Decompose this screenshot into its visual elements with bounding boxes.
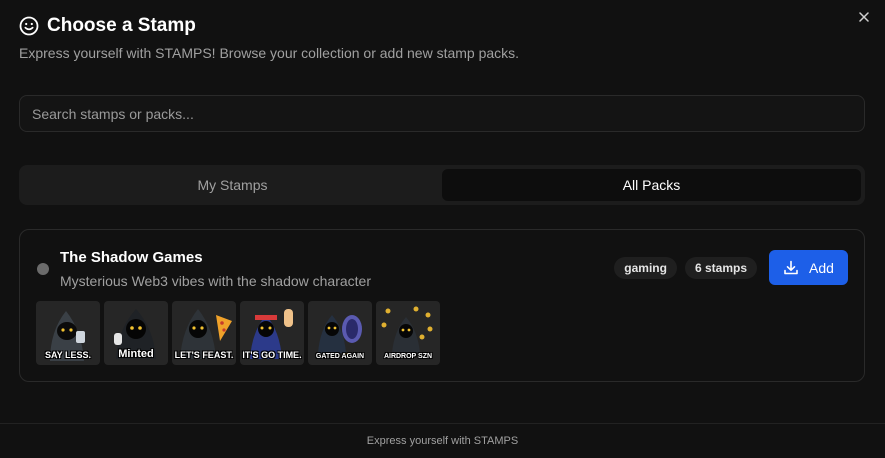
dialog-title: Choose a Stamp [47,15,196,36]
tag-badge: gaming [614,256,677,279]
pack-meta: gaming 6 stamps Add [614,250,848,285]
dialog-subtitle: Express yourself with STAMPS! Browse you… [19,45,520,61]
close-button[interactable] [855,8,873,26]
stamp-label: GATED AGAIN [315,353,365,360]
stamp-lets-feast[interactable]: LET'S FEAST. [172,301,236,365]
pack-description: Mysterious Web3 vibes with the shadow ch… [60,273,371,289]
download-icon [784,260,798,274]
tab-my-stamps[interactable]: My Stamps [23,169,442,201]
pack-name: The Shadow Games [60,249,203,266]
search-input[interactable] [19,95,865,132]
stamp-minted[interactable]: Minted [104,301,168,365]
smile-icon [19,16,39,36]
status-dot [37,263,49,275]
stamp-label: Minted [118,348,154,360]
add-pack-button[interactable]: Add [769,250,848,285]
stamp-gated-again[interactable]: GATED AGAIN [308,301,372,365]
stamp-airdrop-szn[interactable]: AIRDROP SZN [376,301,440,365]
stamp-its-go-time[interactable]: IT'S GO TIME. [240,301,304,365]
stamp-label: SAY LESS. [44,350,92,360]
close-icon [859,12,869,22]
dialog-header: Choose a Stamp [19,15,196,37]
tab-bar: My Stamps All Packs [19,165,865,205]
stamp-say-less[interactable]: SAY LESS. [36,301,100,365]
add-button-label: Add [809,259,834,276]
pack-card: The Shadow Games Mysterious Web3 vibes w… [19,229,865,382]
tab-all-packs[interactable]: All Packs [442,169,861,201]
stamp-label: AIRDROP SZN [383,353,433,360]
stamp-count-badge: 6 stamps [684,256,757,279]
dialog-footer: Express yourself with STAMPS [0,423,885,458]
stamp-list: SAY LESS. Minted LET'S FEAST. IT'S GO TI… [36,301,440,365]
stamp-label: LET'S FEAST. [174,350,234,360]
stamp-label: IT'S GO TIME. [242,350,302,360]
